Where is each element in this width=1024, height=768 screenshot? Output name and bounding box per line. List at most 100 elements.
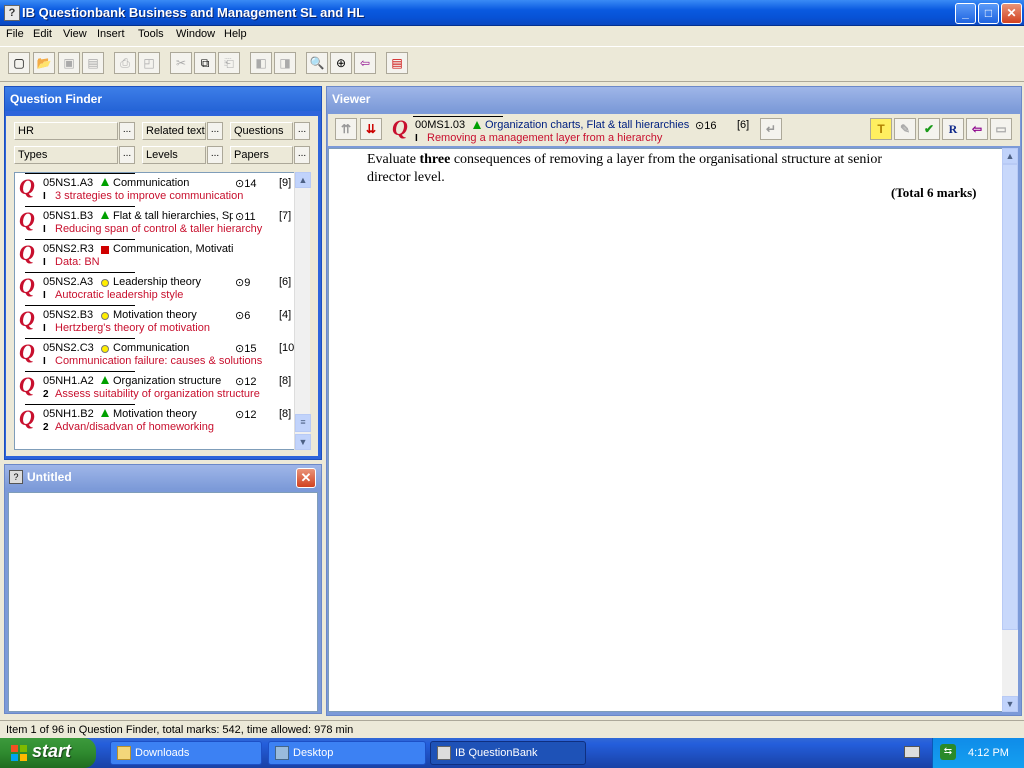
item-time: ⊙12 — [235, 409, 257, 421]
viewer-scroll-down[interactable]: ▼ — [1002, 696, 1018, 712]
item-level: I — [43, 191, 46, 202]
paste-special-icon[interactable]: ◧ — [250, 52, 272, 74]
windows-logo-icon — [11, 745, 27, 761]
task-downloads[interactable]: Downloads — [110, 741, 262, 765]
status-bar: Item 1 of 96 in Question Finder, total m… — [0, 720, 1024, 738]
item-code: 05NS2.A3 — [43, 276, 94, 288]
list-item[interactable]: Q 05NS2.R3 Communication, Motivation theor… — [15, 239, 295, 272]
question-logo-icon: Q — [19, 339, 35, 364]
menu-edit[interactable]: Edit — [33, 28, 52, 40]
list-item[interactable]: Q 05NH1.B2 Motivation theory ⊙12 [8] 2 Advan/d… — [15, 404, 295, 437]
item-topic: Communication — [113, 342, 190, 354]
zoom-icon[interactable]: ⊕ — [330, 52, 352, 74]
item-code: 05NH1.A2 — [43, 375, 94, 387]
levels-filter[interactable]: Levels — [142, 146, 206, 164]
untitled-close-button[interactable]: ✕ — [296, 468, 316, 488]
item-level: 2 — [43, 422, 49, 433]
r-tool-button[interactable]: R — [942, 118, 964, 140]
item-marks: [7] — [279, 210, 292, 222]
viewer-scrollbar[interactable]: ▲ ▼ — [1002, 148, 1018, 712]
scroll-down-button[interactable]: ▼ — [295, 434, 311, 450]
viewer-scroll-up[interactable]: ▲ — [1002, 148, 1018, 164]
item-desc: Autocratic leadership style — [55, 289, 184, 301]
prev-question-button[interactable]: ⇈ — [335, 118, 357, 140]
viewer-scroll-thumb[interactable] — [1002, 164, 1018, 630]
next-question-button[interactable]: ⇊ — [360, 118, 382, 140]
hr-filter-button[interactable]: ... — [119, 122, 135, 140]
hr-filter[interactable]: HR — [14, 122, 118, 140]
item-code: 05NS2.B3 — [43, 309, 94, 321]
questions-filter-button[interactable]: ... — [294, 122, 310, 140]
list-item[interactable]: Q 05NS2.A3 Leadership theory ⊙9 [6] I Autocrat… — [15, 272, 295, 305]
item-topic: Motivation theory — [113, 309, 197, 321]
window-icon[interactable]: ▭ — [990, 118, 1012, 140]
app-small-icon — [437, 746, 451, 760]
types-filter-button[interactable]: ... — [119, 146, 135, 164]
export-icon[interactable]: ▤ — [386, 52, 408, 74]
save-icon[interactable]: ▣ — [58, 52, 80, 74]
scroll-up-button[interactable]: ▲ — [295, 172, 311, 188]
question-list[interactable]: Q 05NS1.A3 Communication ⊙14 [9] I 3 strategie… — [14, 172, 310, 450]
item-level: I — [43, 257, 46, 268]
menu-insert[interactable]: Insert — [97, 28, 125, 40]
list-item[interactable]: Q 05NS1.B3 Flat & tall hierarchies, Spa ⊙11… — [15, 206, 295, 239]
list-item[interactable]: Q 05NS2.B3 Motivation theory ⊙6 [4] I Hertzber… — [15, 305, 295, 338]
viewer-back-icon[interactable]: ⇦ — [966, 118, 988, 140]
print-preview-icon[interactable]: ◰ — [138, 52, 160, 74]
close-button[interactable]: ✕ — [1001, 3, 1022, 24]
questions-filter[interactable]: Questions — [230, 122, 293, 140]
list-item[interactable]: Q 05NH1.A2 Organization structure ⊙12 [8] 2 As… — [15, 371, 295, 404]
menu-help[interactable]: Help — [224, 28, 247, 40]
task-desktop[interactable]: Desktop — [268, 741, 426, 765]
menu-view[interactable]: View — [63, 28, 87, 40]
question-logo-icon: Q — [19, 273, 35, 298]
print-icon[interactable]: ⎙ — [114, 52, 136, 74]
circle-icon — [101, 345, 109, 353]
app-icon[interactable]: ? — [4, 5, 20, 21]
papers-filter-button[interactable]: ... — [294, 146, 310, 164]
levels-filter-button[interactable]: ... — [207, 146, 223, 164]
menu-window[interactable]: Window — [176, 28, 215, 40]
text-tool-button[interactable]: T — [870, 118, 892, 140]
cut-icon[interactable]: ✂ — [170, 52, 192, 74]
find-icon[interactable]: 🔍 — [306, 52, 328, 74]
viewer-content[interactable]: Evaluate three consequences of removing … — [328, 148, 1018, 712]
return-icon[interactable]: ↵ — [760, 118, 782, 140]
paste-link-icon[interactable]: ◨ — [274, 52, 296, 74]
related-text-button[interactable]: ... — [207, 122, 223, 140]
item-code: 05NS1.B3 — [43, 210, 94, 222]
papers-filter[interactable]: Papers — [230, 146, 293, 164]
header-rule — [413, 116, 503, 117]
current-level: I — [415, 133, 418, 144]
question-text-bold: three — [419, 152, 451, 167]
maximize-button[interactable]: □ — [978, 3, 999, 24]
item-rule — [25, 272, 135, 273]
task-ib-questionbank[interactable]: IB QuestionBank — [430, 741, 586, 765]
scroll-thumb[interactable]: ≡ — [295, 414, 311, 432]
menu-file[interactable]: File — [6, 28, 24, 40]
related-text-filter[interactable]: Related text — [142, 122, 206, 140]
current-marks: [6] — [737, 119, 750, 131]
copy-icon[interactable]: ⧉ — [194, 52, 216, 74]
item-rule — [25, 239, 135, 240]
untitled-content[interactable] — [8, 492, 318, 712]
open-folder-icon[interactable]: 📂 — [33, 52, 55, 74]
list-item[interactable]: Q 05NS2.C3 Communication ⊙15 [10] I Communicat… — [15, 338, 297, 371]
minimize-button[interactable]: _ — [955, 3, 976, 24]
types-filter[interactable]: Types — [14, 146, 118, 164]
menu-tools[interactable]: Tools — [138, 28, 164, 40]
square-icon — [101, 246, 109, 254]
new-doc-icon[interactable]: ▢ — [8, 52, 30, 74]
keyboard-icon[interactable] — [904, 746, 920, 758]
annotate-icon[interactable]: ✎ — [894, 118, 916, 140]
clock[interactable]: 4:12 PM — [968, 747, 1009, 759]
check-icon[interactable]: ✔ — [918, 118, 940, 140]
item-topic: Motivation theory — [113, 408, 197, 420]
network-icon[interactable]: ⇆ — [940, 744, 956, 760]
list-item[interactable]: Q 05NS1.A3 Communication ⊙14 [9] I 3 strategie… — [15, 173, 295, 206]
question-list-scrollbar[interactable]: ▲ ≡ ▼ — [294, 172, 311, 450]
paste-icon[interactable]: ⎗ — [218, 52, 240, 74]
back-arrow-icon[interactable]: ⇦ — [354, 52, 376, 74]
question-logo-icon: Q — [19, 405, 35, 430]
save-as-icon[interactable]: ▤ — [82, 52, 104, 74]
